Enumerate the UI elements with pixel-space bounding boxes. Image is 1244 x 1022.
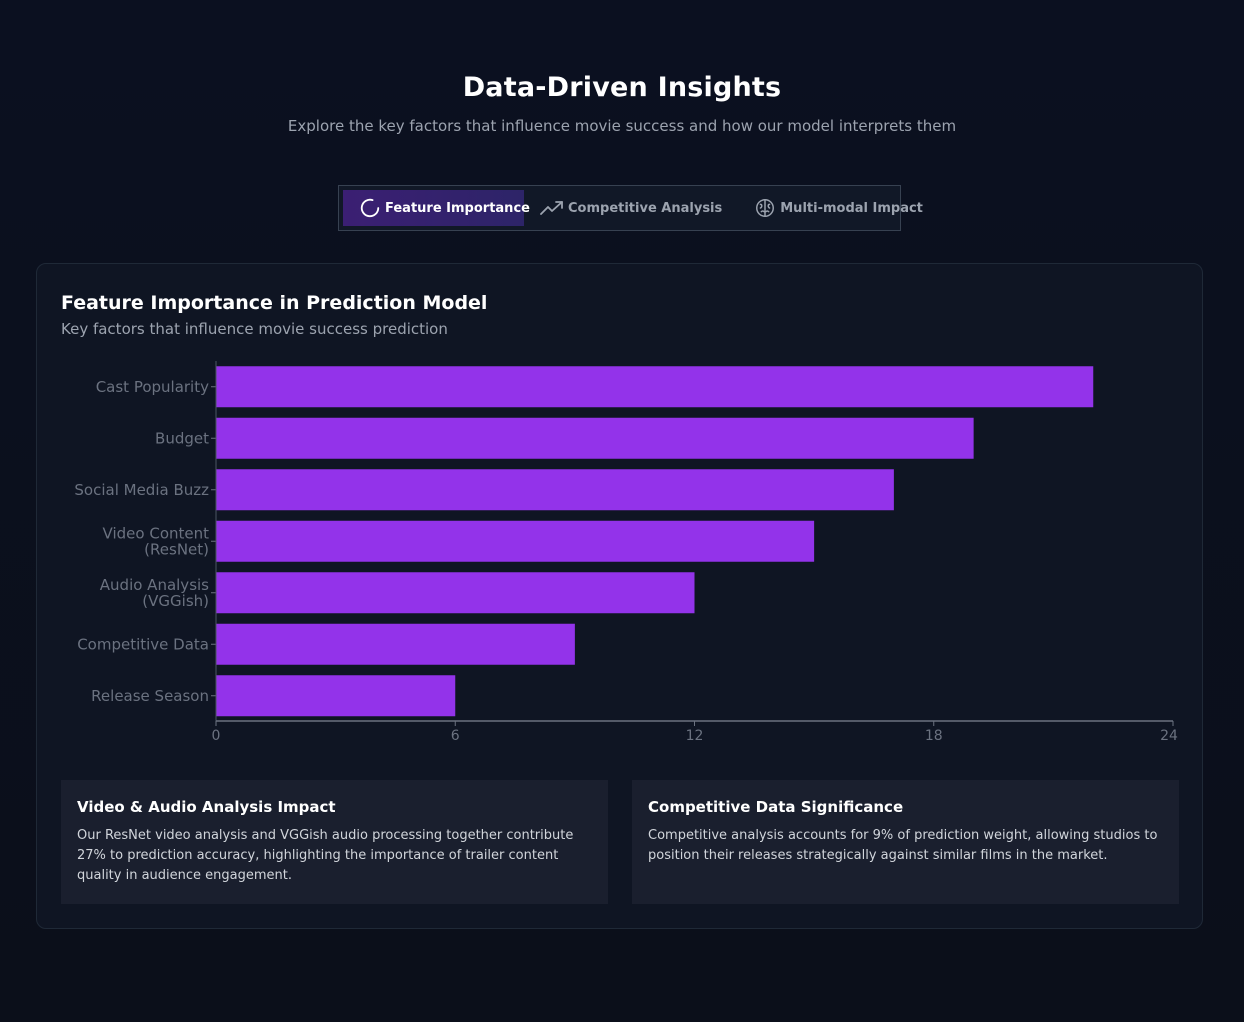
y-tick-label: Release Season bbox=[91, 687, 209, 705]
x-tick-label: 24 bbox=[1160, 728, 1178, 744]
y-tick-label: Budget bbox=[155, 429, 209, 447]
x-tick-label: 0 bbox=[212, 728, 221, 744]
tab-label: Multi-modal Impact bbox=[780, 200, 923, 216]
feature-importance-card: Feature Importance in Prediction Model K… bbox=[36, 263, 1203, 929]
insight-video-audio: Video & Audio Analysis Impact Our ResNet… bbox=[61, 780, 608, 904]
tab-label: Feature Importance bbox=[385, 200, 530, 216]
bar bbox=[216, 469, 894, 511]
brain-icon bbox=[756, 199, 775, 217]
page-subtitle: Explore the key factors that influence m… bbox=[287, 117, 957, 135]
tab-bar: Feature Importance Competitive Analysis … bbox=[338, 185, 923, 231]
feature-importance-chart: Cast Popularity Budget Social Media Buzz Vi… bbox=[74, 361, 1178, 744]
insight-text: Our ResNet video analysis and VGGish aud… bbox=[77, 828, 574, 883]
page-title: Data-Driven Insights bbox=[462, 72, 782, 103]
insight-title: Competitive Data Significance bbox=[648, 798, 904, 816]
tab-feature-importance[interactable]: Feature Importance bbox=[343, 190, 530, 226]
y-tick-label: Competitive Data bbox=[77, 635, 209, 653]
y-tick-label: Video Content (ResNet) bbox=[103, 524, 210, 558]
x-tick-label: 18 bbox=[925, 728, 943, 744]
y-tick-label: Audio Analysis (VGGish) bbox=[100, 576, 209, 610]
insight-title: Video & Audio Analysis Impact bbox=[77, 798, 336, 816]
insight-text: Competitive analysis accounts for 9% of … bbox=[648, 828, 1158, 863]
tab-label: Competitive Analysis bbox=[568, 200, 723, 216]
y-tick-label: Social Media Buzz bbox=[74, 481, 209, 499]
page: Data-Driven Insights Explore the key fac… bbox=[0, 0, 1244, 1022]
y-tick-label: Cast Popularity bbox=[96, 378, 209, 396]
bar bbox=[216, 675, 456, 717]
bar bbox=[216, 366, 1094, 408]
insight-competitive: Competitive Data Significance Competitiv… bbox=[632, 780, 1179, 904]
loader-circle-icon bbox=[360, 198, 380, 218]
x-tick-label: 6 bbox=[451, 728, 460, 744]
x-tick-label: 12 bbox=[686, 728, 704, 744]
bar bbox=[216, 572, 695, 614]
trending-up-icon bbox=[540, 201, 563, 215]
page-header: Data-Driven Insights Explore the key fac… bbox=[0, 72, 1244, 135]
tab-multi-modal-impact[interactable]: Multi-modal Impact bbox=[738, 190, 939, 226]
bar bbox=[216, 623, 575, 665]
tab-competitive-analysis[interactable]: Competitive Analysis bbox=[524, 190, 738, 226]
bar bbox=[216, 417, 974, 459]
bar bbox=[216, 520, 815, 562]
